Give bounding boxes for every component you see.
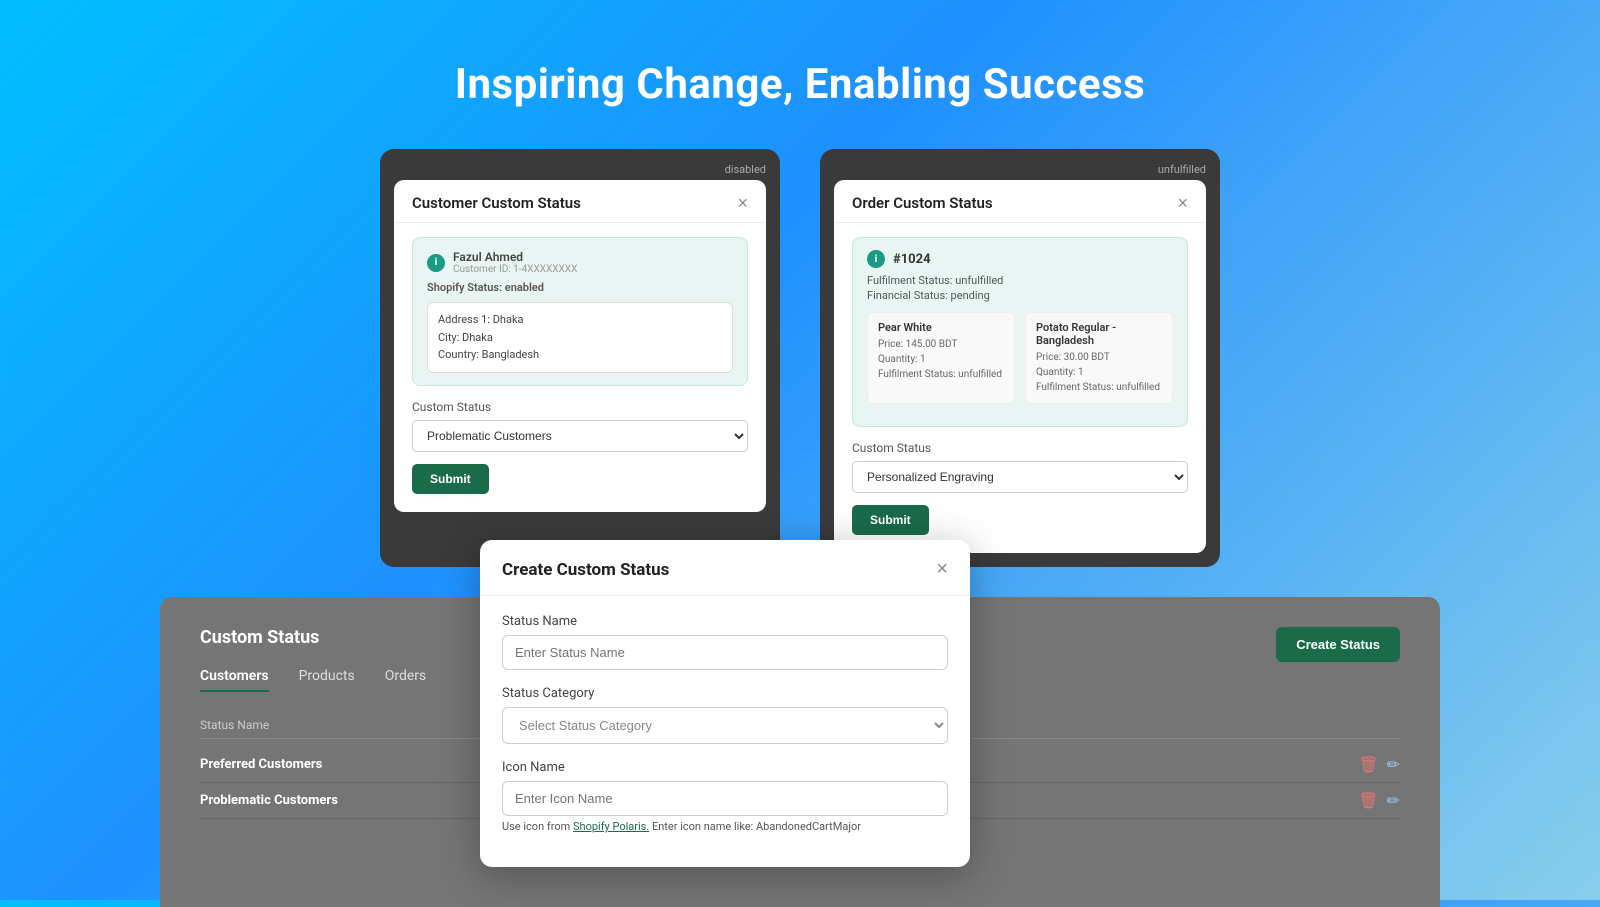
create-modal-header: Create Custom Status × [480, 540, 970, 596]
row-preferred-customers: Preferred Customers [200, 757, 322, 772]
order-item-1-name: Pear White [878, 321, 1004, 334]
cards-row: disabled Customer Custom Status × i Fazu… [0, 149, 1600, 567]
order-modal-close-button[interactable]: × [1177, 194, 1188, 212]
status-name-label: Status Name [502, 614, 948, 629]
order-info-header: i #1024 [867, 250, 1173, 268]
customer-modal-body: i Fazul Ahmed Customer ID: 1-4XXXXXXXX S… [394, 223, 766, 512]
hero-section: Inspiring Change, Enabling Success [0, 0, 1600, 149]
hero-title: Inspiring Change, Enabling Success [0, 60, 1600, 109]
status-category-select[interactable]: Select Status Category Customers Product… [502, 707, 948, 744]
customer-info-header: i Fazul Ahmed Customer ID: 1-4XXXXXXXX [427, 250, 733, 275]
create-custom-status-modal: Create Custom Status × Status Name Statu… [480, 540, 970, 867]
customer-country: Country: Bangladesh [438, 346, 722, 364]
customer-city: City: Dhaka [438, 329, 722, 347]
tab-customers[interactable]: Customers [200, 668, 269, 692]
order-item-2-price: Price: 30.00 BDT [1036, 350, 1162, 365]
customer-id: Customer ID: 1-4XXXXXXXX [453, 264, 577, 275]
row-preferred-actions: 🗑 ✏ [1358, 755, 1400, 774]
customer-custom-status-label: Custom Status [412, 400, 748, 414]
icon-name-input[interactable] [502, 781, 948, 816]
customer-custom-status-select[interactable]: Problematic Customers [412, 420, 748, 452]
status-name-input[interactable] [502, 635, 948, 670]
delete-problematic-icon[interactable]: 🗑 [1358, 791, 1378, 810]
tab-orders[interactable]: Orders [385, 668, 427, 692]
customer-info-icon: i [427, 254, 445, 272]
order-items-row: Pear White Price: 145.00 BDT Quantity: 1… [867, 312, 1173, 404]
order-modal-inner: Order Custom Status × i #1024 Fulfilment… [834, 180, 1206, 553]
create-modal-close-button[interactable]: × [936, 558, 948, 581]
edit-preferred-icon[interactable]: ✏ [1387, 755, 1400, 774]
order-fulfillment-status: Fulfilment Status: unfulfilled [867, 274, 1173, 287]
customer-modal-header: Customer Custom Status × [394, 180, 766, 223]
customer-modal-inner: Customer Custom Status × i Fazul Ahmed C… [394, 180, 766, 512]
order-item-2-fulfillment: Fulfilment Status: unfulfilled [1036, 380, 1162, 395]
customer-info-box: i Fazul Ahmed Customer ID: 1-4XXXXXXXX S… [412, 237, 748, 386]
order-financial-status: Financial Status: pending [867, 289, 1173, 302]
order-id: #1024 [893, 252, 931, 267]
status-category-label: Status Category [502, 686, 948, 701]
shopify-polaris-link[interactable]: Shopify Polaris. [573, 820, 649, 833]
customer-modal-close-button[interactable]: × [737, 194, 748, 212]
order-item-2-qty: Quantity: 1 [1036, 365, 1162, 380]
order-modal-header: Order Custom Status × [834, 180, 1206, 223]
create-modal-body: Status Name Status Category Select Statu… [480, 596, 970, 867]
status-category-group: Status Category Select Status Category C… [502, 686, 948, 744]
delete-preferred-icon[interactable]: 🗑 [1358, 755, 1378, 774]
customer-modal-card: disabled Customer Custom Status × i Fazu… [380, 149, 780, 567]
customer-address-title: Address 1: Dhaka [438, 311, 722, 329]
row-problematic-actions: 🗑 ✏ [1358, 791, 1400, 810]
create-modal-title: Create Custom Status [502, 560, 669, 580]
row-problematic-customers: Problematic Customers [200, 793, 338, 808]
create-status-button[interactable]: Create Status [1276, 627, 1400, 662]
order-info-icon: i [867, 250, 885, 268]
customer-shopify-status: Shopify Status: enabled [427, 281, 733, 294]
order-custom-status-label: Custom Status [852, 441, 1188, 455]
order-modal-card: unfulfilled Order Custom Status × i #102… [820, 149, 1220, 567]
customer-name: Fazul Ahmed [453, 250, 577, 264]
order-info-box: i #1024 Fulfilment Status: unfulfilled F… [852, 237, 1188, 427]
icon-name-group: Icon Name Use icon from Shopify Polaris.… [502, 760, 948, 833]
order-item-1-price: Price: 145.00 BDT [878, 337, 1004, 352]
customer-modal-title: Customer Custom Status [412, 194, 581, 212]
order-modal-body: i #1024 Fulfilment Status: unfulfilled F… [834, 223, 1206, 553]
customer-submit-button[interactable]: Submit [412, 464, 489, 494]
order-item-2-name: Potato Regular - Bangladesh [1036, 321, 1162, 347]
order-custom-status-select[interactable]: Personalized Engraving [852, 461, 1188, 493]
order-submit-button[interactable]: Submit [852, 505, 929, 535]
status-name-group: Status Name [502, 614, 948, 670]
edit-problematic-icon[interactable]: ✏ [1387, 791, 1400, 810]
order-item-1: Pear White Price: 145.00 BDT Quantity: 1… [867, 312, 1015, 404]
customer-address-box: Address 1: Dhaka City: Dhaka Country: Ba… [427, 302, 733, 373]
order-item-1-qty: Quantity: 1 [878, 352, 1004, 367]
order-card-status-label: unfulfilled [834, 163, 1206, 176]
icon-hint: Use icon from Shopify Polaris. Enter ico… [502, 820, 948, 833]
order-item-1-fulfillment: Fulfilment Status: unfulfilled [878, 367, 1004, 382]
order-item-2: Potato Regular - Bangladesh Price: 30.00… [1025, 312, 1173, 404]
customer-card-status-label: disabled [394, 163, 766, 176]
icon-name-label: Icon Name [502, 760, 948, 775]
tab-products[interactable]: Products [299, 668, 355, 692]
order-modal-title: Order Custom Status [852, 194, 993, 212]
